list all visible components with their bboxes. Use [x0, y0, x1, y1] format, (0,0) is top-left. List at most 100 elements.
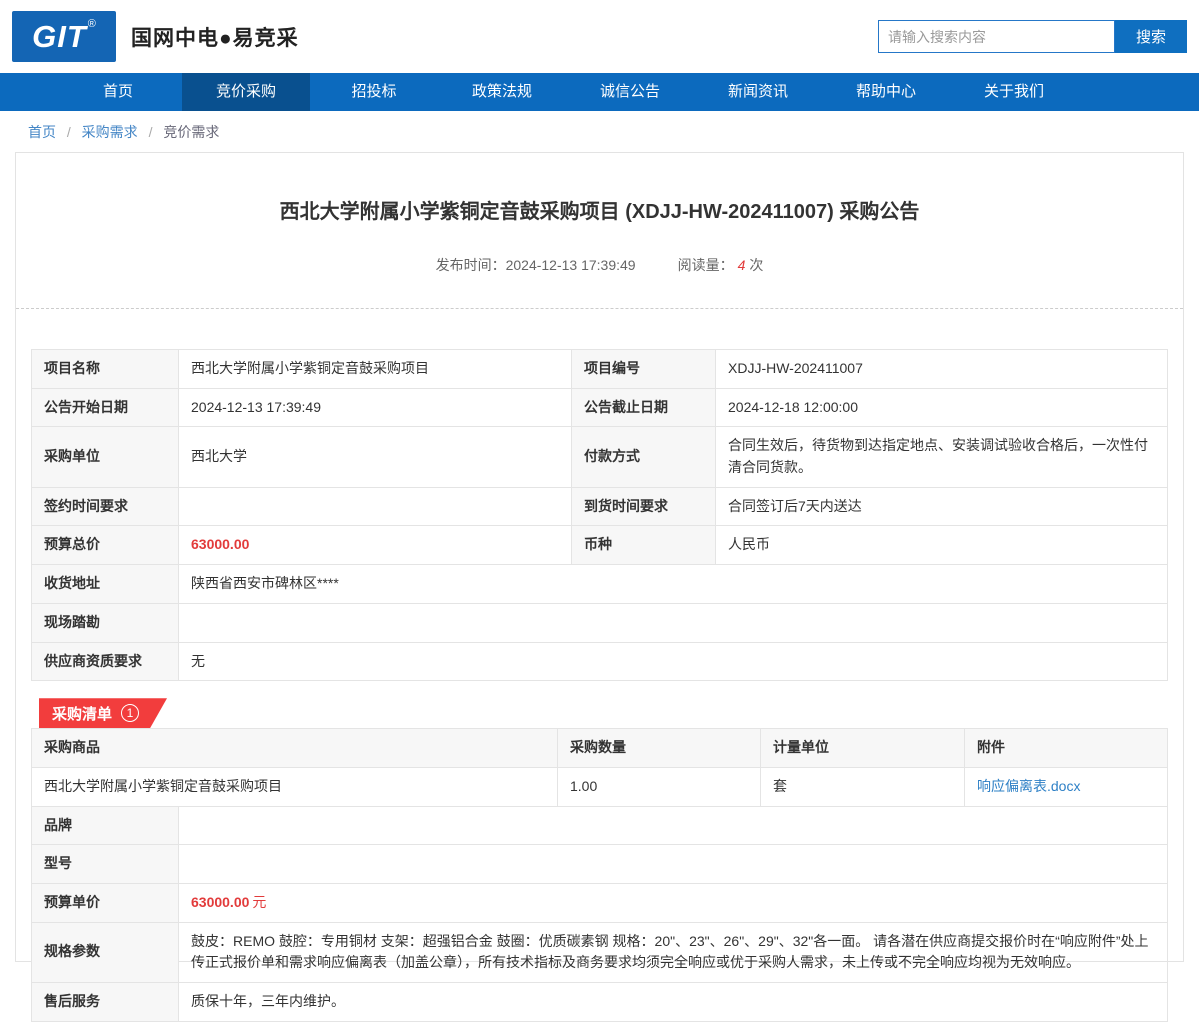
budget-total-value: 63000.00	[179, 526, 572, 565]
breadcrumb: 首页 / 采购需求 / 竞价需求	[0, 111, 1199, 152]
nav-item-integrity-notices[interactable]: 诚信公告	[566, 73, 694, 111]
table-row: 签约时间要求 到货时间要求 合同签订后7天内送达	[32, 487, 1168, 526]
announcement-meta: 发布时间：2024-12-13 17:39:49 阅读量：4次	[16, 255, 1183, 275]
table-row: 型号	[32, 845, 1168, 884]
table-row: 公告开始日期 2024-12-13 17:39:49 公告截止日期 2024-1…	[32, 388, 1168, 427]
main-nav: 首页 竞价采购 招投标 政策法规 诚信公告 新闻资讯 帮助中心 关于我们	[0, 73, 1199, 111]
breadcrumb-current: 竞价需求	[163, 124, 219, 140]
table-row: 采购单位 西北大学 付款方式 合同生效后，待货物到达指定地点、安装调试验收合格后…	[32, 427, 1168, 487]
start-date-label: 公告开始日期	[32, 388, 179, 427]
end-date-value: 2024-12-18 12:00:00	[716, 388, 1168, 427]
breadcrumb-separator: /	[149, 124, 153, 140]
brand-label: 品牌	[32, 806, 179, 845]
currency-label: 币种	[572, 526, 716, 565]
search-button[interactable]: 搜索	[1115, 20, 1187, 53]
site-header: GIT ® 国网中电●易竞采 搜索	[0, 0, 1199, 73]
brand-value	[179, 806, 1168, 845]
purchase-list-badge-label: 采购清单	[52, 703, 112, 724]
table-row: 收货地址 陕西省西安市碑林区****	[32, 565, 1168, 604]
purchaser-label: 采购单位	[32, 427, 179, 487]
table-row: 项目名称 西北大学附属小学紫铜定音鼓采购项目 项目编号 XDJJ-HW-2024…	[32, 350, 1168, 389]
purchase-list-section: 采购清单 1 采购商品 采购数量 计量单位 附件 西北大学附属小学紫铜定音鼓采购…	[16, 698, 1183, 1022]
registered-trademark-icon: ®	[88, 18, 96, 30]
purchase-list-table: 采购商品 采购数量 计量单位 附件 西北大学附属小学紫铜定音鼓采购项目 1.00…	[31, 728, 1168, 806]
nav-item-bidding-purchase[interactable]: 竞价采购	[182, 73, 310, 111]
supplier-qualification-value: 无	[179, 642, 1168, 681]
attachment-link[interactable]: 响应偏离表.docx	[977, 778, 1080, 794]
project-no-label: 项目编号	[572, 350, 716, 389]
publish-time-label: 发布时间：	[436, 257, 506, 273]
product-name: 西北大学附属小学紫铜定音鼓采购项目	[32, 767, 558, 806]
views-count: 4	[738, 257, 746, 273]
purchase-list-count-badge: 1	[121, 704, 139, 722]
payment-label: 付款方式	[572, 427, 716, 487]
table-row: 规格参数 鼓皮：REMO 鼓腔：专用铜材 支架：超强铝合金 鼓圈：优质碳素钢 规…	[32, 922, 1168, 982]
project-name-label: 项目名称	[32, 350, 179, 389]
sign-time-label: 签约时间要求	[32, 487, 179, 526]
supplier-qualification-label: 供应商资质要求	[32, 642, 179, 681]
project-name-value: 西北大学附属小学紫铜定音鼓采购项目	[179, 350, 572, 389]
views-unit: 次	[749, 257, 763, 273]
model-value	[179, 845, 1168, 884]
announcement-card: 西北大学附属小学紫铜定音鼓采购项目 (XDJJ-HW-202411007) 采购…	[15, 152, 1184, 962]
table-row: 预算总价 63000.00 币种 人民币	[32, 526, 1168, 565]
unit-price-amount: 63000.00	[191, 894, 249, 910]
table-row: 品牌	[32, 806, 1168, 845]
delivery-time-label: 到货时间要求	[572, 487, 716, 526]
spec-label: 规格参数	[32, 922, 179, 982]
project-info-table: 项目名称 西北大学附属小学紫铜定音鼓采购项目 项目编号 XDJJ-HW-2024…	[31, 349, 1168, 681]
payment-value: 合同生效后，待货物到达指定地点、安装调试验收合格后，一次性付清合同货款。	[716, 427, 1168, 487]
nav-item-about-us[interactable]: 关于我们	[950, 73, 1078, 111]
site-survey-value	[179, 603, 1168, 642]
announcement-title-section: 西北大学附属小学紫铜定音鼓采购项目 (XDJJ-HW-202411007) 采购…	[16, 153, 1183, 309]
after-sale-value: 质保十年，三年内维护。	[179, 983, 1168, 1022]
nav-item-policies[interactable]: 政策法规	[438, 73, 566, 111]
budget-total-label: 预算总价	[32, 526, 179, 565]
table-row: 现场踏勘	[32, 603, 1168, 642]
product-unit: 套	[761, 767, 965, 806]
site-survey-label: 现场踏勘	[32, 603, 179, 642]
page-title: 西北大学附属小学紫铜定音鼓采购项目 (XDJJ-HW-202411007) 采购…	[16, 195, 1183, 224]
table-row: 预算单价 63000.00元	[32, 883, 1168, 922]
site-logo[interactable]: GIT ®	[12, 11, 116, 62]
nav-item-home[interactable]: 首页	[54, 73, 182, 111]
delivery-address-label: 收货地址	[32, 565, 179, 604]
purchase-list-badge: 采购清单 1	[39, 698, 167, 728]
table-row: 售后服务 质保十年，三年内维护。	[32, 983, 1168, 1022]
after-sale-label: 售后服务	[32, 983, 179, 1022]
delivery-address-value: 陕西省西安市碑林区****	[179, 565, 1168, 604]
project-no-value: XDJJ-HW-202411007	[716, 350, 1168, 389]
spec-value: 鼓皮：REMO 鼓腔：专用铜材 支架：超强铝合金 鼓圈：优质碳素钢 规格：20"…	[179, 922, 1168, 982]
purchaser-value: 西北大学	[179, 427, 572, 487]
nav-item-news[interactable]: 新闻资讯	[694, 73, 822, 111]
start-date-value: 2024-12-13 17:39:49	[179, 388, 572, 427]
site-title: 国网中电●易竞采	[131, 22, 299, 52]
unit-price-unit: 元	[252, 894, 266, 910]
delivery-time-value: 合同签订后7天内送达	[716, 487, 1168, 526]
nav-item-help-center[interactable]: 帮助中心	[822, 73, 950, 111]
search-input[interactable]	[878, 20, 1115, 53]
breadcrumb-purchase-demand[interactable]: 采购需求	[82, 124, 138, 140]
table-row: 西北大学附属小学紫铜定音鼓采购项目 1.00 套 响应偏离表.docx	[32, 767, 1168, 806]
unit-price-label: 预算单价	[32, 883, 179, 922]
budget-total-amount: 63000.00	[191, 536, 249, 552]
unit-price-value: 63000.00元	[179, 883, 1168, 922]
table-header-row: 采购商品 采购数量 计量单位 附件	[32, 729, 1168, 768]
breadcrumb-home[interactable]: 首页	[28, 124, 56, 140]
sign-time-value	[179, 487, 572, 526]
column-product: 采购商品	[32, 729, 558, 768]
table-row: 供应商资质要求 无	[32, 642, 1168, 681]
purchase-detail-table: 品牌 型号 预算单价 63000.00元 规格参数 鼓皮：REMO 鼓腔：专用铜…	[31, 806, 1168, 1022]
end-date-label: 公告截止日期	[572, 388, 716, 427]
nav-item-tendering[interactable]: 招投标	[310, 73, 438, 111]
logo-text: GIT	[32, 19, 87, 55]
model-label: 型号	[32, 845, 179, 884]
views-label: 阅读量：	[678, 257, 734, 273]
column-quantity: 采购数量	[558, 729, 761, 768]
publish-time-value: 2024-12-13 17:39:49	[506, 257, 636, 273]
product-quantity: 1.00	[558, 767, 761, 806]
column-unit: 计量单位	[761, 729, 965, 768]
breadcrumb-separator: /	[67, 124, 71, 140]
attachment-cell: 响应偏离表.docx	[965, 767, 1168, 806]
currency-value: 人民币	[716, 526, 1168, 565]
